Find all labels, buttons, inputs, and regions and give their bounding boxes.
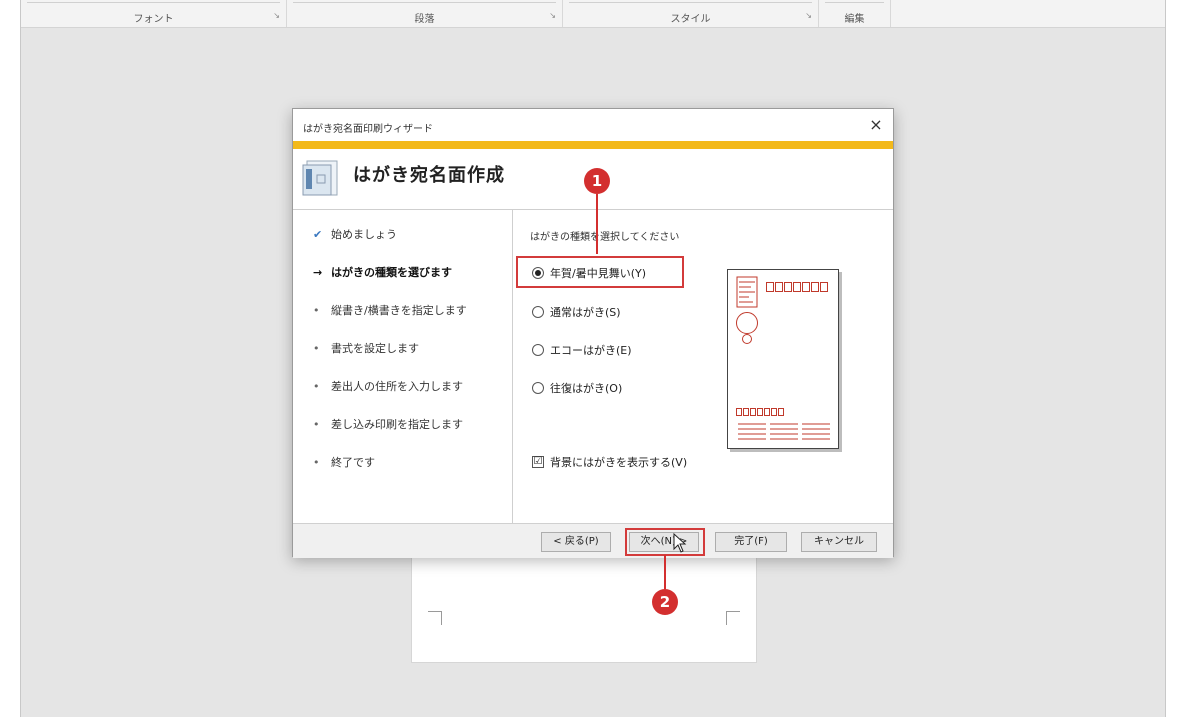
- ribbon: フォント ↘ 段落 ↘ スタイル ↘ 編集: [21, 0, 1165, 28]
- dialog-footer: < 戻る(P) 次へ(N) > 完了(F) キャンセル: [293, 524, 893, 558]
- radio-return-postcard[interactable]: 往復はがき(O): [532, 380, 622, 396]
- wizard-step-current: → はがきの種類を選びます: [313, 264, 452, 280]
- close-button[interactable]: ×: [863, 113, 889, 137]
- bullet-icon: •: [313, 418, 320, 431]
- ribbon-group-label: フォント: [133, 14, 174, 25]
- dialog-launcher-icon[interactable]: ↘: [805, 11, 812, 20]
- next-button[interactable]: 次へ(N) >: [629, 532, 699, 552]
- wizard-header-title: はがき宛名面作成: [353, 165, 505, 186]
- ribbon-group-paragraph: 段落 ↘: [287, 0, 563, 27]
- bullet-icon: •: [313, 342, 320, 355]
- mouse-cursor-icon: [673, 533, 687, 553]
- wizard-step-label: はがきの種類を選びます: [331, 266, 452, 279]
- wizard-step: ✔ 始めましょう: [313, 226, 397, 242]
- wizard-step: • 差し込み印刷を指定します: [313, 416, 463, 432]
- callout-number-2: 2: [652, 589, 678, 615]
- wizard-step: • 縦書き/横書きを指定します: [313, 302, 467, 318]
- wizard-step: • 終了です: [313, 454, 375, 470]
- radio-label: 往復はがき(O): [550, 382, 623, 395]
- wizard-step-label: 終了です: [331, 456, 375, 469]
- checkbox-checked-icon[interactable]: ☑: [532, 456, 544, 468]
- arrow-right-icon: →: [313, 266, 323, 279]
- callout-line-2: [664, 555, 666, 589]
- radio-button-selected[interactable]: [532, 267, 544, 279]
- check-icon: ✔: [313, 228, 323, 241]
- callout-number-1: 1: [584, 168, 610, 194]
- radio-normal-postcard[interactable]: 通常はがき(S): [532, 304, 621, 320]
- cancel-button[interactable]: キャンセル: [801, 532, 877, 552]
- ribbon-group-style: スタイル ↘: [563, 0, 819, 27]
- wizard-step-label: 書式を設定します: [331, 342, 419, 355]
- ribbon-group-font: フォント ↘: [21, 0, 287, 27]
- finish-button[interactable]: 完了(F): [715, 532, 787, 552]
- postmark-icon: [736, 312, 758, 334]
- postmark-icon: [742, 334, 752, 344]
- wizard-step-label: 差し込み印刷を指定します: [331, 418, 463, 431]
- radio-label: 通常はがき(S): [550, 306, 621, 319]
- radio-button[interactable]: [532, 306, 544, 318]
- postcard-type-prompt: はがきの種類を選択してください: [530, 232, 680, 243]
- wizard-step: • 差出人の住所を入力します: [313, 378, 463, 394]
- dialog-title: はがき宛名面印刷ウィザード: [303, 124, 433, 135]
- ribbon-group-label: 編集: [844, 14, 865, 25]
- dialog-launcher-icon[interactable]: ↘: [273, 11, 280, 20]
- ribbon-group-label: 段落: [414, 14, 435, 25]
- document-page: [411, 553, 757, 663]
- bullet-icon: •: [313, 304, 320, 317]
- wizard-step-label: 差出人の住所を入力します: [331, 380, 463, 393]
- wizard-step-label: 縦書き/横書きを指定します: [331, 304, 467, 317]
- radio-new-year-greeting[interactable]: 年賀/暑中見舞い(Y): [532, 265, 646, 281]
- lottery-print-area: [738, 423, 830, 440]
- bullet-icon: •: [313, 456, 320, 469]
- wizard-steps-list: ✔ 始めましょう → はがきの種類を選びます • 縦書き/横書きを指定します • 書式を…: [293, 210, 513, 523]
- bullet-icon: •: [313, 380, 320, 393]
- ribbon-group-edit: 編集: [819, 0, 891, 27]
- wizard-content: はがきの種類を選択してください 年賀/暑中見舞い(Y) 通常はがき(S) エコー…: [514, 210, 893, 523]
- accent-bar: [293, 141, 893, 149]
- radio-label: エコーはがき(E): [550, 344, 632, 357]
- margin-corner-mark: [428, 611, 442, 625]
- stamp-icon: [736, 276, 758, 308]
- wizard-step: • 書式を設定します: [313, 340, 419, 356]
- postcard-wizard-icon: [301, 157, 343, 197]
- margin-corner-mark: [726, 611, 740, 625]
- dialog-titlebar[interactable]: はがき宛名面印刷ウィザード ×: [293, 109, 893, 141]
- postcard-preview: [727, 269, 839, 449]
- radio-button[interactable]: [532, 344, 544, 356]
- back-button[interactable]: < 戻る(P): [541, 532, 611, 552]
- close-icon: ×: [869, 115, 883, 134]
- ribbon-group-label: スタイル: [670, 14, 711, 25]
- sender-zip-boxes: [736, 408, 784, 416]
- radio-echo-postcard[interactable]: エコーはがき(E): [532, 342, 632, 358]
- wizard-step-label: 始めましょう: [331, 228, 397, 241]
- radio-label: 年賀/暑中見舞い(Y): [550, 267, 647, 280]
- show-postcard-background-checkbox[interactable]: ☑ 背景にはがきを表示する(V): [532, 454, 687, 470]
- zip-code-boxes: [766, 282, 828, 292]
- radio-button[interactable]: [532, 382, 544, 394]
- dialog-launcher-icon[interactable]: ↘: [549, 11, 556, 20]
- callout-line-1: [596, 194, 598, 254]
- checkbox-label: 背景にはがきを表示する(V): [550, 456, 688, 469]
